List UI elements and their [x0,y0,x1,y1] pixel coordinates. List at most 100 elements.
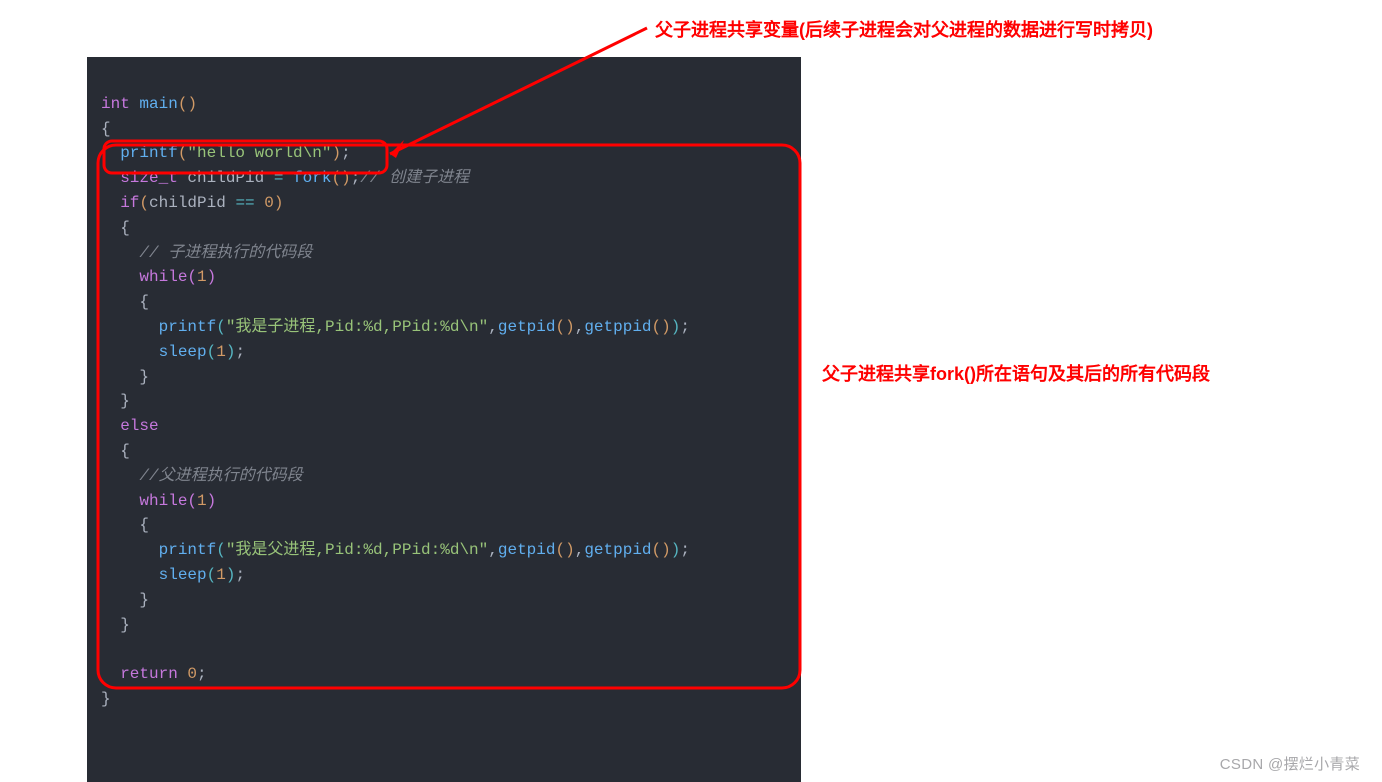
code-line: else [101,417,159,435]
op-eq: == [235,194,254,212]
num-zero: 0 [187,665,197,683]
fn-printf: printf [120,144,178,162]
brace-open: { [139,516,149,534]
string-literal: "我是父进程,Pid:%d,PPid:%d\n" [226,541,488,559]
paren-open: ( [187,492,197,510]
comma: , [575,318,585,336]
brace-close: } [101,690,111,708]
code-block: int main() { printf("hello world\n"); si… [87,57,801,782]
fn-main: main [139,95,177,113]
paren-close: ) [226,566,236,584]
fn-getppid: getppid [584,318,651,336]
code-line: { [101,442,130,460]
watermark-text: CSDN @摆烂小青菜 [1220,753,1360,774]
paren-open: ( [652,541,662,559]
code-line: //父进程执行的代码段 [101,467,303,485]
annotation-right-text: 父子进程共享fork()所在语句及其后的所有代码段 [822,360,1210,386]
var-childpid: childPid [187,169,264,187]
comma: , [575,541,585,559]
brace-open: { [120,442,130,460]
comma: , [488,541,498,559]
code-line: } [101,591,149,609]
kw-while: while [139,492,187,510]
code-line: if(childPid == 0) [101,194,283,212]
paren-close: ) [331,144,341,162]
num-one: 1 [197,492,207,510]
brace-close: } [120,616,130,634]
fn-sleep: sleep [159,343,207,361]
code-line: // 子进程执行的代码段 [101,244,312,262]
brace-open: { [101,120,111,138]
paren-close: ) [671,541,681,559]
comma: , [488,318,498,336]
code-line: } [101,368,149,386]
code-line: { [101,120,111,138]
paren-close: ) [671,318,681,336]
code-line: } [101,392,130,410]
comment: //父进程执行的代码段 [139,467,302,485]
paren-close: ) [565,541,575,559]
paren-open: ( [207,343,217,361]
fn-fork: fork [293,169,331,187]
paren-close: ) [226,343,236,361]
paren-open: ( [178,95,188,113]
paren-open: ( [555,541,565,559]
code-line: } [101,616,130,634]
brace-open: { [139,293,149,311]
paren-open: ( [331,169,341,187]
code-line: { [101,516,149,534]
code-line: } [101,690,111,708]
code-line: size_t childPid = fork();// 创建子进程 [101,169,469,187]
paren-open: ( [187,268,197,286]
code-line: printf("我是父进程,Pid:%d,PPid:%d\n",getpid()… [101,541,690,559]
fn-getppid: getppid [584,541,651,559]
paren-open: ( [555,318,565,336]
brace-close: } [139,591,149,609]
kw-return: return [120,665,178,683]
fn-getpid: getpid [498,318,556,336]
kw-else: else [120,417,158,435]
brace-close: } [120,392,130,410]
num-one: 1 [216,343,226,361]
string-literal: "hello world\n" [187,144,331,162]
string-literal: "我是子进程,Pid:%d,PPid:%d\n" [226,318,488,336]
paren-close: ) [207,492,217,510]
fn-printf: printf [159,318,217,336]
code-line: { [101,293,149,311]
num-one: 1 [197,268,207,286]
var-childpid: childPid [149,194,226,212]
paren-close: ) [661,318,671,336]
paren-open: ( [216,541,226,559]
code-line: sleep(1); [101,343,245,361]
code-line: return 0; [101,665,207,683]
paren-open: ( [178,144,188,162]
paren-close: ) [341,169,351,187]
fn-getpid: getpid [498,541,556,559]
num-zero: 0 [264,194,274,212]
code-line: { [101,219,130,237]
paren-open: ( [652,318,662,336]
fn-sleep: sleep [159,566,207,584]
code-line: int main() [101,95,197,113]
brace-open: { [120,219,130,237]
num-one: 1 [216,566,226,584]
paren-close: ) [565,318,575,336]
paren-open: ( [216,318,226,336]
annotation-top-text: 父子进程共享变量(后续子进程会对父进程的数据进行写时拷贝) [655,16,1153,42]
comment: // 创建子进程 [360,169,469,187]
brace-close: } [139,368,149,386]
paren-close: ) [661,541,671,559]
code-line: printf("我是子进程,Pid:%d,PPid:%d\n",getpid()… [101,318,690,336]
paren-open: ( [139,194,149,212]
keyword-int: int [101,95,130,113]
fn-printf: printf [159,541,217,559]
paren-close: ) [187,95,197,113]
kw-if: if [120,194,139,212]
comment: // 子进程执行的代码段 [139,244,312,262]
paren-close: ) [274,194,284,212]
code-line: while(1) [101,268,216,286]
kw-while: while [139,268,187,286]
paren-open: ( [207,566,217,584]
code-line: printf("hello world\n"); [101,144,351,162]
code-line: sleep(1); [101,566,245,584]
